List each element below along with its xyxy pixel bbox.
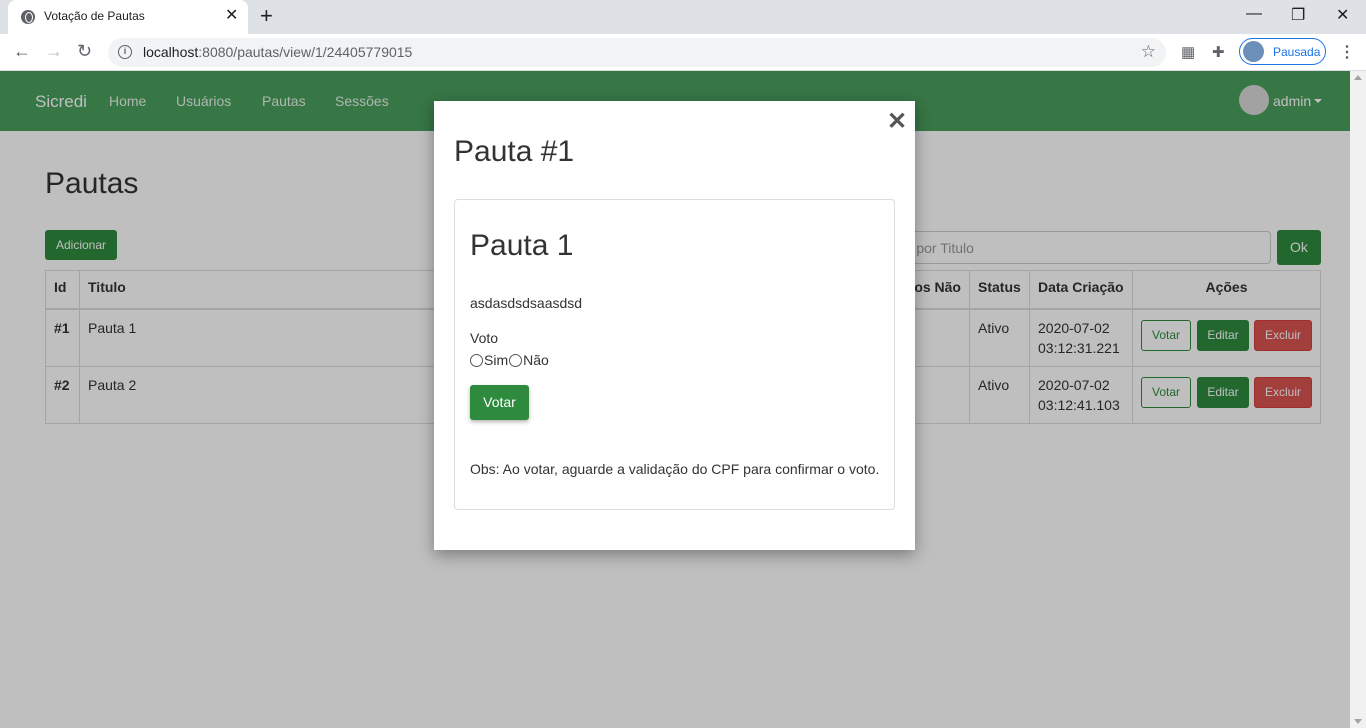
new-tab-button[interactable]: + bbox=[260, 4, 273, 28]
pauta-description: asdasdsdsaasdsd bbox=[470, 295, 583, 311]
vote-submit-button[interactable]: Votar bbox=[470, 385, 529, 420]
vote-label: Voto bbox=[470, 330, 499, 346]
radio-sim[interactable] bbox=[470, 353, 483, 367]
modal-close-icon[interactable]: ✕ bbox=[887, 107, 907, 136]
vote-options: Sim Não bbox=[470, 352, 549, 368]
browser-tab[interactable]: Votação de Pautas ✕ bbox=[8, 0, 248, 34]
reload-button[interactable]: ↻ bbox=[77, 41, 92, 61]
qr-code-icon[interactable]: ▦ bbox=[1181, 43, 1195, 61]
modal-title: Pauta #1 bbox=[454, 135, 575, 168]
forward-button[interactable]: → bbox=[45, 41, 63, 61]
extensions-puzzle-icon[interactable]: ✚ bbox=[1212, 43, 1225, 61]
page-viewport: Sicredi Home Usuários Pautas Sessões adm… bbox=[0, 71, 1350, 728]
globe-icon bbox=[21, 10, 35, 24]
browser-tabbar: Votação de Pautas ✕ + — ❐ ✕ bbox=[0, 0, 1366, 34]
radio-sim-label[interactable]: Sim bbox=[484, 352, 508, 368]
window-close-button[interactable]: ✕ bbox=[1336, 5, 1349, 25]
browser-menu-icon[interactable]: ⋮ bbox=[1339, 42, 1355, 62]
vote-note: Obs: Ao votar, aguarde a validação do CP… bbox=[470, 461, 880, 477]
url-host: localhost bbox=[143, 44, 199, 60]
profile-avatar bbox=[1243, 41, 1264, 62]
page-scrollbar[interactable] bbox=[1350, 71, 1366, 728]
restore-button[interactable]: ❐ bbox=[1291, 5, 1305, 25]
info-icon[interactable]: i bbox=[118, 45, 132, 59]
radio-nao-label[interactable]: Não bbox=[523, 352, 549, 368]
pauta-modal: ✕ Pauta #1 Pauta 1 asdasdsdsaasdsd Voto … bbox=[434, 101, 915, 550]
scroll-down-icon[interactable] bbox=[1354, 719, 1362, 724]
tab-title: Votação de Pautas bbox=[44, 9, 145, 23]
address-bar[interactable]: i localhost:8080/pautas/view/1/244057790… bbox=[108, 38, 1166, 67]
url-text: localhost:8080/pautas/view/1/24405779015 bbox=[143, 44, 412, 60]
browser-toolbar: ← → ↻ i localhost:8080/pautas/view/1/244… bbox=[0, 34, 1366, 71]
pauta-panel: Pauta 1 asdasdsdsaasdsd Voto Sim Não Vot… bbox=[454, 199, 895, 510]
back-button[interactable]: ← bbox=[13, 41, 31, 61]
radio-nao[interactable] bbox=[509, 353, 523, 367]
profile-label: Pausada bbox=[1273, 45, 1321, 59]
bookmark-star-icon[interactable]: ☆ bbox=[1141, 42, 1156, 62]
profile-button[interactable]: Pausada bbox=[1239, 38, 1326, 65]
url-path: :8080/pautas/view/1/24405779015 bbox=[198, 44, 413, 60]
pauta-title: Pauta 1 bbox=[470, 229, 574, 262]
tab-close-icon[interactable]: ✕ bbox=[225, 7, 238, 25]
minimize-button[interactable]: — bbox=[1246, 5, 1262, 23]
scroll-up-icon[interactable] bbox=[1354, 75, 1362, 80]
